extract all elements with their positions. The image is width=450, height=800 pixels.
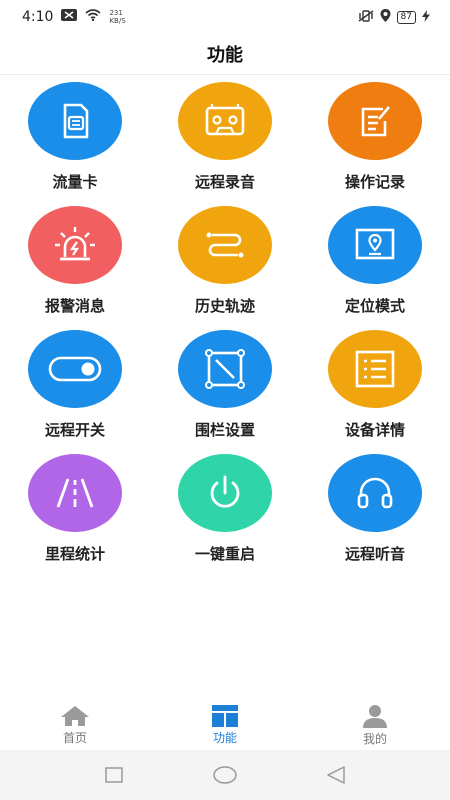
battery-indicator: 87: [396, 10, 416, 24]
feature-label: 围栏设置: [194, 421, 255, 439]
feature-icon-circle: [328, 206, 422, 284]
feature-label: 远程开关: [44, 421, 105, 439]
headphones-icon: [357, 477, 393, 509]
feature-icon-circle: [328, 82, 422, 160]
system-nav-bar: [0, 750, 450, 800]
feature-label: 操作记录: [344, 173, 405, 191]
tab-home[interactable]: 首页: [0, 700, 150, 750]
function-grid-icon: [212, 704, 238, 727]
feature-alarm-messages[interactable]: 报警消息: [0, 206, 150, 326]
feature-history-track[interactable]: 历史轨迹: [150, 206, 300, 326]
tab-functions[interactable]: 功能: [150, 700, 300, 750]
feature-icon-circle: [28, 206, 122, 284]
page-title: 功能: [207, 45, 243, 66]
status-time: 4:10: [22, 9, 54, 25]
feature-icon-circle: [178, 82, 272, 160]
tab-label: 功能: [212, 730, 237, 745]
feature-positioning-mode[interactable]: 定位模式: [300, 206, 450, 326]
list-details-icon: [355, 350, 395, 388]
sim-card-icon: [63, 103, 89, 139]
tab-label: 首页: [62, 730, 87, 745]
vibrate-icon: [358, 9, 374, 25]
route-icon: [206, 232, 244, 258]
wifi-icon: [85, 9, 101, 25]
alarm-light-icon: [55, 227, 95, 261]
feature-icon-circle: [328, 454, 422, 532]
feature-label: 一键重启: [194, 545, 255, 563]
home-icon: [61, 705, 89, 726]
feature-label: 远程录音: [194, 173, 255, 191]
feature-icon-circle: [178, 454, 272, 532]
tab-profile[interactable]: 我的: [300, 700, 450, 750]
feature-icon-circle: [28, 454, 122, 532]
toggle-icon: [48, 356, 102, 382]
feature-one-key-restart[interactable]: 一键重启: [150, 454, 300, 574]
fence-icon: [205, 349, 245, 389]
feature-remote-listening[interactable]: 远程听音: [300, 454, 450, 574]
home-button[interactable]: [212, 766, 238, 784]
feature-traffic-card[interactable]: 流量卡: [0, 82, 150, 202]
feature-fence-settings[interactable]: 围栏设置: [150, 330, 300, 450]
bottom-tab-bar: 首页 功能 我的: [0, 700, 450, 750]
profile-icon: [363, 704, 387, 728]
tab-label: 我的: [362, 731, 387, 746]
road-icon: [56, 478, 94, 508]
network-speed-value: 231: [109, 9, 123, 17]
recent-apps-button[interactable]: [104, 767, 124, 783]
notification-icon: [61, 9, 78, 25]
feature-operation-log[interactable]: 操作记录: [300, 82, 450, 202]
feature-icon-circle: [328, 330, 422, 408]
status-bar: 4:10 231 KB/S 87: [0, 0, 450, 34]
feature-remote-recording[interactable]: 远程录音: [150, 82, 300, 202]
feature-icon-circle: [178, 206, 272, 284]
feature-label: 设备详情: [344, 421, 405, 439]
edit-note-icon: [361, 106, 390, 137]
feature-icon-circle: [28, 82, 122, 160]
feature-label: 历史轨迹: [194, 297, 255, 315]
cassette-icon: [205, 104, 245, 136]
feature-device-details[interactable]: 设备详情: [300, 330, 450, 450]
feature-label: 里程统计: [44, 545, 105, 563]
feature-mileage-stats[interactable]: 里程统计: [0, 454, 150, 574]
feature-label: 远程听音: [344, 545, 405, 563]
feature-remote-switch[interactable]: 远程开关: [0, 330, 150, 450]
feature-icon-circle: [28, 330, 122, 408]
page-header: 功能: [0, 34, 450, 75]
power-icon: [210, 475, 240, 508]
network-speed: 231 KB/S: [109, 9, 125, 25]
feature-label: 定位模式: [344, 297, 405, 315]
feature-icon-circle: [178, 330, 272, 408]
feature-label: 流量卡: [52, 173, 98, 191]
feature-label: 报警消息: [44, 297, 105, 315]
back-button[interactable]: [326, 766, 346, 784]
location-icon: [380, 9, 391, 25]
map-location-icon: [355, 228, 395, 260]
network-speed-unit: KB/S: [109, 17, 126, 25]
charging-icon: [422, 9, 430, 25]
